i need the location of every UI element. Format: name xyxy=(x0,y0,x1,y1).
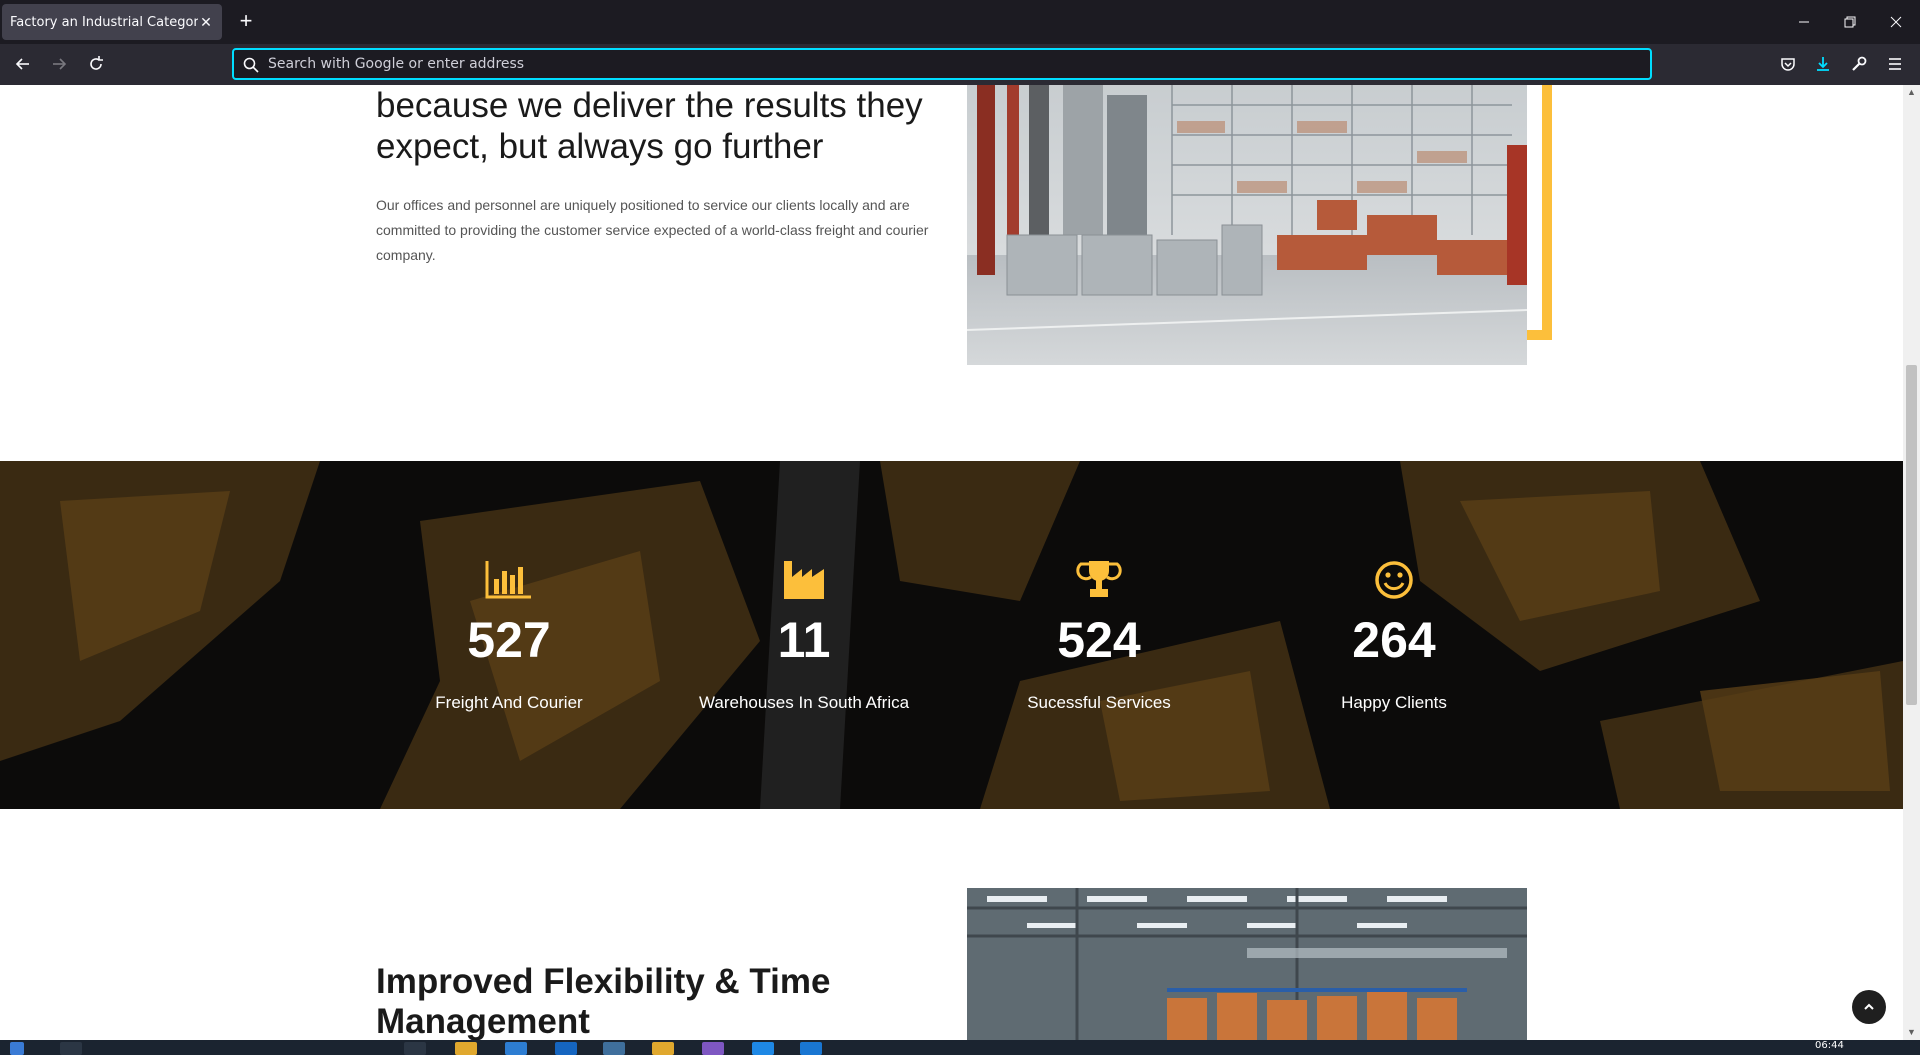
stat-value: 11 xyxy=(777,612,831,668)
scroll-down-icon[interactable]: ▼ xyxy=(1906,1027,1917,1038)
store-icon[interactable] xyxy=(505,1042,527,1055)
search-icon xyxy=(243,57,259,73)
pocket-icon[interactable] xyxy=(1778,54,1798,74)
firefox-icon[interactable] xyxy=(603,1042,625,1055)
about-text: Our offices and personnel are uniquely p… xyxy=(376,197,929,263)
address-input[interactable] xyxy=(268,56,1650,72)
accent-frame xyxy=(1542,85,1552,340)
start-icon[interactable] xyxy=(10,1042,24,1055)
new-tab-icon[interactable]: + xyxy=(234,10,258,34)
about-heading: because we deliver the results they expe… xyxy=(376,86,923,166)
stat-label: Sucessful Services xyxy=(1027,693,1171,712)
forward-arrow-icon[interactable] xyxy=(49,54,69,74)
close-window-icon[interactable] xyxy=(1886,12,1906,32)
downloads-icon[interactable] xyxy=(1813,54,1833,74)
task-view-icon[interactable] xyxy=(404,1042,426,1055)
restore-icon[interactable] xyxy=(1840,12,1860,32)
minimize-icon[interactable] xyxy=(1794,12,1814,32)
search-icon[interactable] xyxy=(60,1042,82,1055)
reload-icon[interactable] xyxy=(86,54,106,74)
address-bar[interactable] xyxy=(232,48,1652,80)
browser-tab[interactable]: Factory an Industrial Category Bootstrap… xyxy=(2,4,222,40)
stat-label: Warehouses In South Africa xyxy=(698,693,910,712)
city-lights-background xyxy=(0,461,1903,809)
stat-label: Happy Clients xyxy=(1341,693,1447,712)
chevron-up-icon xyxy=(1864,1003,1874,1010)
trophy-icon xyxy=(1076,561,1122,597)
warehouse-image xyxy=(967,888,1527,1040)
section-heading: Improved Flexibility & Time Management xyxy=(376,962,831,1040)
stat-value: 264 xyxy=(1352,612,1436,668)
stat-value: 524 xyxy=(1057,612,1141,668)
app-icon[interactable] xyxy=(752,1042,774,1055)
bar-chart-icon xyxy=(485,561,531,599)
page-scrollbar[interactable]: ▲ ▼ xyxy=(1903,85,1920,1040)
accent-frame-corner xyxy=(1527,330,1552,340)
stat-value: 527 xyxy=(467,612,551,668)
scroll-up-icon[interactable]: ▲ xyxy=(1906,87,1917,98)
back-to-top-button[interactable] xyxy=(1852,990,1886,1024)
mail-icon[interactable] xyxy=(555,1042,577,1055)
taskbar-clock: 06:44 xyxy=(1815,1040,1844,1051)
stats-section: 527 Freight And Courier 11 Warehouses In… xyxy=(0,461,1903,809)
back-arrow-icon[interactable] xyxy=(13,54,33,74)
app-icon[interactable] xyxy=(652,1042,674,1055)
visual-studio-icon[interactable] xyxy=(702,1042,724,1055)
web-page: because we deliver the results they expe… xyxy=(0,85,1903,1040)
tab-close-icon[interactable]: ✕ xyxy=(198,14,214,31)
wrench-icon[interactable] xyxy=(1849,54,1869,74)
tab-title: Factory an Industrial Category Bootstrap xyxy=(10,14,198,30)
os-taskbar: 06:44 xyxy=(0,1040,1920,1055)
factory-interior-image xyxy=(967,85,1527,365)
browser-tab-strip: Factory an Industrial Category Bootstrap… xyxy=(0,0,1920,44)
browser-toolbar xyxy=(0,44,1920,85)
factory-icon xyxy=(784,561,824,599)
stat-label: Freight And Courier xyxy=(435,693,583,712)
menu-icon[interactable] xyxy=(1885,54,1905,74)
scroll-thumb[interactable] xyxy=(1906,365,1917,705)
app-icon[interactable] xyxy=(800,1042,822,1055)
file-explorer-icon[interactable] xyxy=(455,1042,477,1055)
smiley-icon xyxy=(1375,561,1413,599)
